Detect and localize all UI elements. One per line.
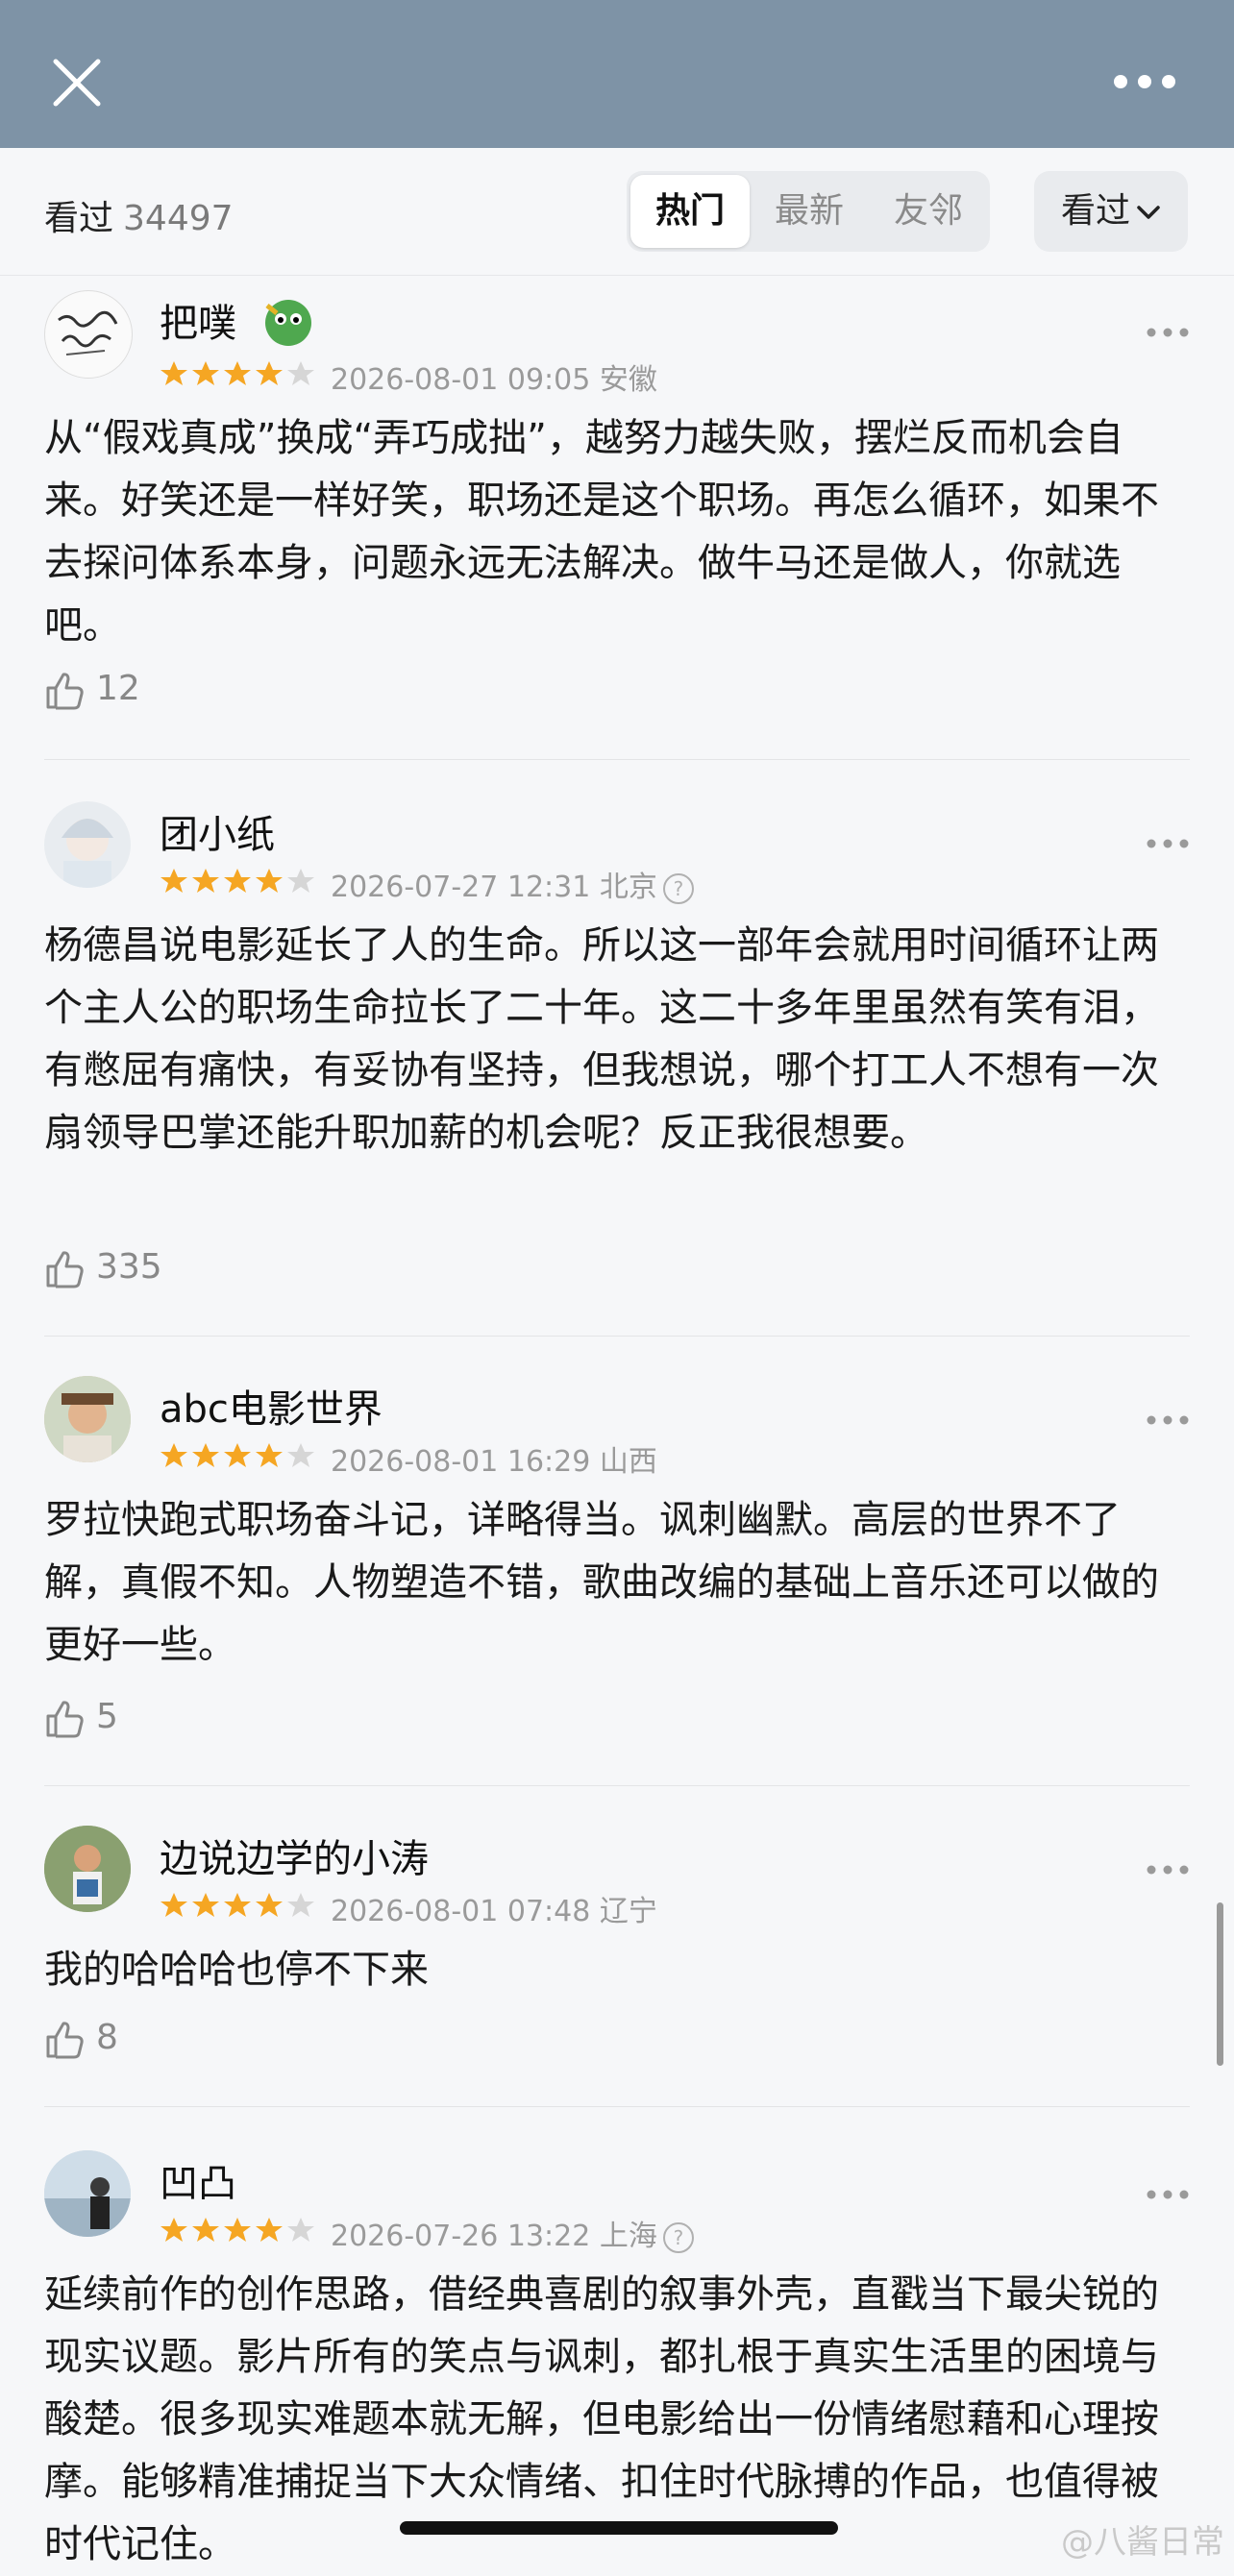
review-location: 上海 [599, 2220, 657, 2253]
avatar[interactable] [44, 290, 133, 379]
tab-hot[interactable]: 热门 [630, 175, 750, 248]
like-count: 8 [96, 2018, 118, 2057]
review-meta: 2026-08-01 07:48 辽宁 [331, 1887, 657, 1929]
question-icon[interactable]: ? [662, 2221, 694, 2253]
tab-latest[interactable]: 最新 [750, 171, 869, 252]
scrollbar[interactable] [1217, 1902, 1223, 2066]
badge-icon [265, 300, 311, 346]
like-count: 335 [96, 1247, 162, 1287]
review-content: 罗拉快跑式职场奋斗记，详略得当。讽刺幽默。高层的世界不了解，真假不知。人物塑造不… [44, 1498, 1159, 1667]
review-date: 2026-08-01 07:48 [331, 1895, 591, 1928]
seen-count-label: 看过 34497 [44, 190, 234, 240]
sort-segmented-control: 热门 最新 友邻 [627, 171, 990, 252]
thumb-up-icon [46, 1701, 84, 1738]
review-meta: 2026-08-01 09:05 安徽 [331, 356, 657, 398]
like-button[interactable]: 8 [44, 2018, 118, 2060]
chevron-down-icon [1137, 206, 1160, 219]
rating-stars [160, 361, 314, 385]
review-content: 杨德昌说电影延长了人的生命。所以这一部年会就用时间循环让两个主人公的职场生命拉长… [44, 923, 1159, 1155]
review-location: 辽宁 [599, 1895, 657, 1928]
watermark: @八酱日常 [1061, 2523, 1224, 2562]
more-icon[interactable] [1111, 67, 1178, 96]
divider [44, 1785, 1190, 1786]
review-more-icon[interactable] [1146, 1414, 1190, 1426]
question-icon[interactable]: ? [662, 872, 694, 904]
top-bar [0, 0, 1234, 148]
filter-label: 看过 [1060, 191, 1130, 231]
close-icon[interactable] [50, 56, 104, 110]
review-more-icon[interactable] [1146, 2189, 1190, 2200]
like-button[interactable]: 335 [44, 1247, 162, 1289]
avatar[interactable] [44, 801, 131, 888]
review-more-icon[interactable] [1146, 327, 1190, 338]
review-date: 2026-07-26 13:22 [331, 2220, 591, 2253]
tab-friends[interactable]: 友邻 [869, 171, 988, 252]
like-button[interactable]: 5 [44, 1697, 118, 1739]
seen-count: 34497 [123, 199, 234, 238]
rating-stars [160, 869, 314, 893]
rating-stars [160, 2218, 314, 2242]
seen-label: 看过 [44, 199, 114, 238]
home-indicator[interactable] [400, 2521, 838, 2535]
divider [44, 2106, 1190, 2107]
review-more-icon[interactable] [1146, 838, 1190, 849]
username[interactable]: 把噗 [160, 292, 236, 348]
thumb-up-icon [46, 1251, 84, 1288]
filter-bar: 看过 34497 热门 最新 友邻 看过 [0, 148, 1234, 276]
review-date: 2026-07-27 12:31 [331, 871, 591, 904]
rating-stars [160, 1443, 314, 1467]
divider [44, 1336, 1190, 1337]
review-meta: 2026-08-01 16:29 山西 [331, 1437, 657, 1480]
review-location: 北京 [599, 871, 657, 904]
username[interactable]: 凹凸 [160, 2152, 236, 2208]
thumb-up-icon [46, 2022, 84, 2059]
review-meta: 2026-07-27 12:31 北京? [331, 863, 694, 905]
review-meta: 2026-07-26 13:22 上海? [331, 2212, 694, 2254]
review-content: 我的哈哈哈也停不下来 [44, 1948, 429, 1992]
divider [44, 759, 1190, 760]
review-date: 2026-08-01 16:29 [331, 1445, 591, 1479]
avatar[interactable] [44, 1826, 131, 1912]
avatar[interactable] [44, 2150, 131, 2237]
like-count: 12 [96, 669, 140, 708]
review-location: 山西 [599, 1445, 657, 1479]
filter-dropdown[interactable]: 看过 [1034, 171, 1188, 252]
like-count: 5 [96, 1697, 118, 1736]
username[interactable]: 团小纸 [160, 803, 275, 859]
username[interactable]: abc电影世界 [160, 1378, 383, 1434]
review-content: 从“假戏真成”换成“弄巧成拙”，越努力越失败，摆烂反而机会自来。好笑还是一样好笑… [44, 416, 1159, 648]
avatar[interactable] [44, 1376, 131, 1462]
review-more-icon[interactable] [1146, 1864, 1190, 1876]
review-date: 2026-08-01 09:05 [331, 363, 591, 397]
thumb-up-icon [46, 673, 84, 710]
review-location: 安徽 [599, 363, 657, 397]
username[interactable]: 边说边学的小涛 [160, 1828, 429, 1883]
rating-stars [160, 1893, 314, 1917]
like-button[interactable]: 12 [44, 669, 140, 711]
